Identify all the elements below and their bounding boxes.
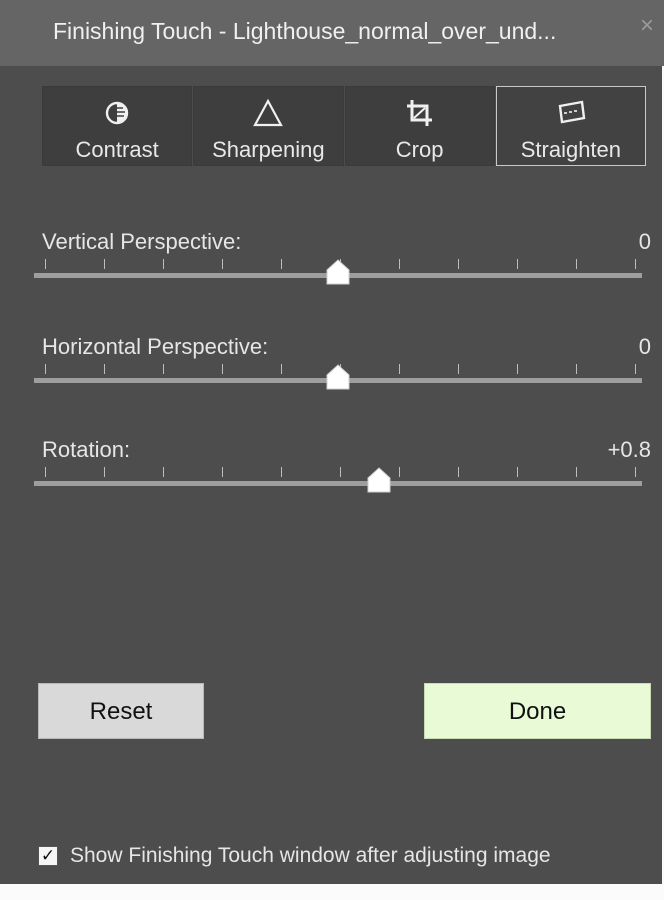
- tab-label: Sharpening: [212, 137, 325, 162]
- horizontal-perspective-slider: Horizontal Perspective: 0: [0, 334, 664, 404]
- slider-tick: [163, 467, 164, 477]
- slider-tick: [399, 259, 400, 269]
- window-edge: [0, 884, 664, 900]
- slider-tick: [222, 364, 223, 374]
- slider-value: +0.8: [607, 437, 651, 462]
- slider-tick: [517, 259, 518, 269]
- tab-straighten[interactable]: Straighten: [495, 86, 646, 166]
- tab-label: Crop: [395, 137, 444, 162]
- slider-label: Rotation:: [42, 437, 131, 462]
- slider-tick: [576, 364, 577, 374]
- contrast-icon: [43, 96, 191, 130]
- slider-tick: [281, 259, 282, 269]
- slider-tick: [281, 467, 282, 477]
- slider-thumb[interactable]: [326, 259, 350, 285]
- slider-tick: [399, 467, 400, 477]
- slider-tick: [635, 467, 636, 477]
- slider-tick: [635, 259, 636, 269]
- slider-track[interactable]: [34, 481, 642, 486]
- tool-tabs: Contrast Sharpening Crop Straighten: [42, 86, 646, 168]
- slider-tick: [45, 467, 46, 477]
- show-window-label: Show Finishing Touch window after adjust…: [70, 844, 551, 867]
- straighten-icon: [497, 96, 645, 130]
- slider-tick: [45, 259, 46, 269]
- tab-crop[interactable]: Crop: [344, 86, 495, 166]
- slider-tick: [163, 364, 164, 374]
- window-title: Finishing Touch - Lighthouse_normal_over…: [53, 18, 557, 44]
- slider-tick: [222, 259, 223, 269]
- slider-tick: [635, 364, 636, 374]
- slider-tick: [281, 364, 282, 374]
- rotation-slider: Rotation: +0.8: [0, 437, 664, 507]
- crop-icon: [346, 96, 494, 130]
- slider-tick: [222, 467, 223, 477]
- slider-value: 0: [638, 229, 651, 254]
- tab-label: Contrast: [75, 137, 159, 162]
- show-window-option[interactable]: ✓ Show Finishing Touch window after adju…: [38, 843, 551, 869]
- slider-tick: [517, 364, 518, 374]
- tab-label: Straighten: [520, 137, 622, 162]
- slider-label: Vertical Perspective:: [42, 229, 242, 254]
- slider-thumb[interactable]: [367, 467, 391, 493]
- slider-tick: [576, 259, 577, 269]
- slider-ticks: [45, 467, 636, 479]
- vertical-perspective-slider: Vertical Perspective: 0: [0, 229, 664, 299]
- slider-tick: [340, 467, 341, 477]
- slider-tick: [104, 259, 105, 269]
- done-button[interactable]: Done: [424, 683, 651, 739]
- slider-tick: [104, 467, 105, 477]
- tab-contrast[interactable]: Contrast: [42, 86, 193, 166]
- slider-tick: [458, 467, 459, 477]
- slider-thumb[interactable]: [326, 364, 350, 390]
- slider-tick: [458, 259, 459, 269]
- slider-label: Horizontal Perspective:: [42, 334, 269, 359]
- slider-tick: [104, 364, 105, 374]
- slider-tick: [399, 364, 400, 374]
- show-window-checkbox[interactable]: ✓: [38, 846, 58, 866]
- reset-button[interactable]: Reset: [38, 683, 204, 739]
- title-bar[interactable]: Finishing Touch - Lighthouse_normal_over…: [0, 0, 664, 66]
- slider-tick: [163, 259, 164, 269]
- slider-tick: [576, 467, 577, 477]
- slider-tick: [458, 364, 459, 374]
- finishing-touch-window: Finishing Touch - Lighthouse_normal_over…: [0, 0, 664, 900]
- slider-tick: [517, 467, 518, 477]
- slider-value: 0: [638, 334, 651, 359]
- close-icon[interactable]: ×: [636, 12, 658, 40]
- tab-sharpening[interactable]: Sharpening: [193, 86, 344, 166]
- sharpening-icon: [194, 96, 342, 130]
- slider-tick: [45, 364, 46, 374]
